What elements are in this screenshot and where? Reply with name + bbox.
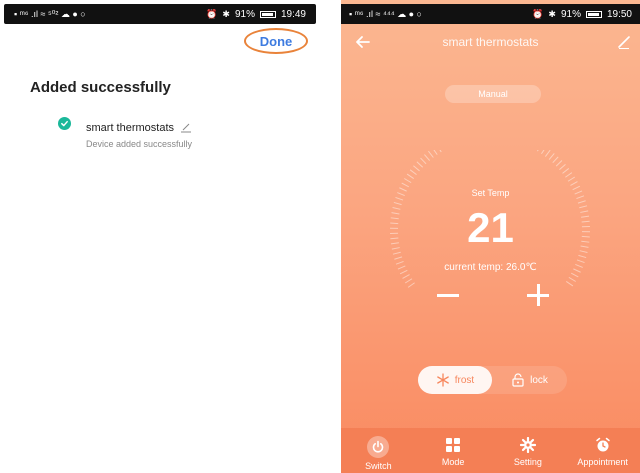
set-temp-label: Set Temp: [471, 188, 510, 198]
lock-button[interactable]: lock: [492, 366, 567, 394]
status-icons: ▪ ᵐ⁶ .ıl ≈ ⁵⁰² ☁ ● ○: [14, 9, 86, 19]
tab-switch[interactable]: Switch: [341, 428, 416, 473]
power-icon: [367, 436, 390, 458]
status-time: 19:49: [280, 8, 306, 20]
bluetooth-icon: ✱: [222, 9, 230, 19]
dial-tick: [424, 154, 431, 161]
dial-tick: [570, 181, 578, 186]
dial-tick: [407, 282, 415, 288]
dial-tick: [548, 153, 555, 160]
dial-tick: [565, 172, 573, 178]
dial-tick: [536, 150, 539, 152]
status-bar: ▪ ᵐ⁶ .ıl ≈ ⁴⁴⁴ ☁ ● ○ ⏰ ✱ 91% 19:50: [341, 4, 640, 24]
device-name: smart thermostats: [86, 122, 175, 134]
decrease-button[interactable]: [437, 294, 459, 297]
dial-tick: [562, 168, 570, 174]
status-bar: ▪ ᵐ⁶ .ıl ≈ ⁵⁰² ☁ ● ○ ⏰ ✱ 91% 19:49: [4, 4, 316, 24]
dial-tick: [406, 173, 415, 179]
tab-label: Switch: [365, 461, 392, 471]
dial-tick: [544, 150, 551, 157]
dial-tick: [428, 150, 434, 158]
left-screen: ▪ ᵐ⁶ .ıl ≈ ⁵⁰² ☁ ● ○ ⏰ ✱ 91% 19:49 Done …: [0, 0, 320, 473]
dial-tick: [402, 274, 410, 279]
bottom-tab-bar: Switch Mode Setting Appointment: [341, 428, 640, 473]
dial-tick: [404, 278, 413, 284]
dial-tick: [578, 254, 587, 259]
dial-tick: [565, 281, 574, 287]
dial-tick: [416, 161, 424, 168]
check-icon: [58, 117, 71, 130]
current-temp: current temp: 26.0℃: [341, 262, 640, 273]
tab-label: Mode: [441, 457, 465, 467]
status-right: ⏰ ✱ 91% 19:49: [206, 9, 306, 20]
battery-icon: [259, 10, 276, 18]
lock-label: lock: [530, 374, 548, 386]
done-highlight-circle: Done: [244, 28, 308, 54]
bluetooth-icon: ✱: [548, 9, 556, 19]
dial-tick: [552, 156, 559, 164]
set-temp-value: 21: [467, 204, 514, 251]
battery-percent: 91%: [234, 8, 255, 20]
dial-tick: [394, 256, 403, 260]
grid-icon: [444, 436, 462, 454]
frost-button[interactable]: frost: [418, 366, 492, 394]
mode-pill[interactable]: Manual: [445, 85, 541, 103]
tab-appointment[interactable]: Appointment: [565, 428, 640, 473]
device-subtitle: Device added successfully: [86, 139, 193, 149]
status-right: ⏰ ✱ 91% 19:50: [532, 9, 632, 20]
dial-tick: [404, 178, 412, 184]
dial-tick: [541, 150, 545, 155]
gear-icon: [519, 436, 537, 454]
dial-tick: [392, 251, 401, 255]
alarm-clock-icon: [594, 436, 612, 454]
dial-tick: [568, 276, 576, 282]
lock-icon: [512, 373, 524, 387]
tab-label: Setting: [513, 457, 542, 467]
dial-tick: [577, 200, 586, 204]
status-indicators: ▪ ᵐ⁶ .ıl ≈ ⁴⁴⁴ ☁ ● ○: [349, 9, 422, 19]
dial-tick: [401, 182, 410, 188]
snowflake-icon: [436, 373, 449, 387]
status-indicators: ▪ ᵐ⁶ .ıl ≈ ⁵⁰² ☁ ● ○: [14, 9, 86, 19]
device-name-row: smart thermostats: [86, 122, 193, 134]
dial-tick: [555, 160, 563, 167]
frost-lock-toggle: frost lock: [418, 366, 567, 394]
increase-button[interactable]: [527, 284, 549, 306]
dial-tick: [567, 176, 576, 182]
status-time: 19:50: [606, 8, 632, 20]
dial-tick: [433, 150, 438, 155]
dial-tick: [420, 157, 427, 165]
dial-tick: [570, 272, 579, 278]
alarm-icon: ⏰: [206, 9, 218, 19]
right-screen: ▪ ᵐ⁶ .ıl ≈ ⁴⁴⁴ ☁ ● ○ ⏰ ✱ 91% 19:50 smart…: [341, 0, 640, 473]
dial-tick: [559, 164, 566, 171]
alarm-icon: ⏰: [532, 9, 544, 19]
current-temp-value: 26.0℃: [506, 262, 537, 273]
done-button[interactable]: Done: [260, 34, 293, 49]
dial-tick: [413, 165, 420, 172]
tab-setting[interactable]: Setting: [491, 428, 566, 473]
header: smart thermostats: [341, 30, 640, 54]
battery-icon: [585, 10, 602, 18]
edit-icon[interactable]: [616, 34, 632, 50]
frost-label: frost: [454, 374, 475, 386]
tab-mode[interactable]: Mode: [416, 428, 491, 473]
current-temp-label: current temp:: [444, 262, 504, 273]
page-title: Added successfully: [30, 79, 171, 96]
dial-tick: [409, 169, 417, 176]
status-icons: ▪ ᵐ⁶ .ıl ≈ ⁴⁴⁴ ☁ ● ○: [349, 9, 422, 19]
battery-percent: 91%: [560, 8, 581, 20]
header-title: smart thermostats: [442, 35, 539, 49]
dial-tick: [439, 150, 442, 153]
tab-label: Appointment: [577, 457, 628, 467]
back-arrow-icon[interactable]: [355, 34, 371, 50]
edit-icon[interactable]: [179, 123, 193, 133]
